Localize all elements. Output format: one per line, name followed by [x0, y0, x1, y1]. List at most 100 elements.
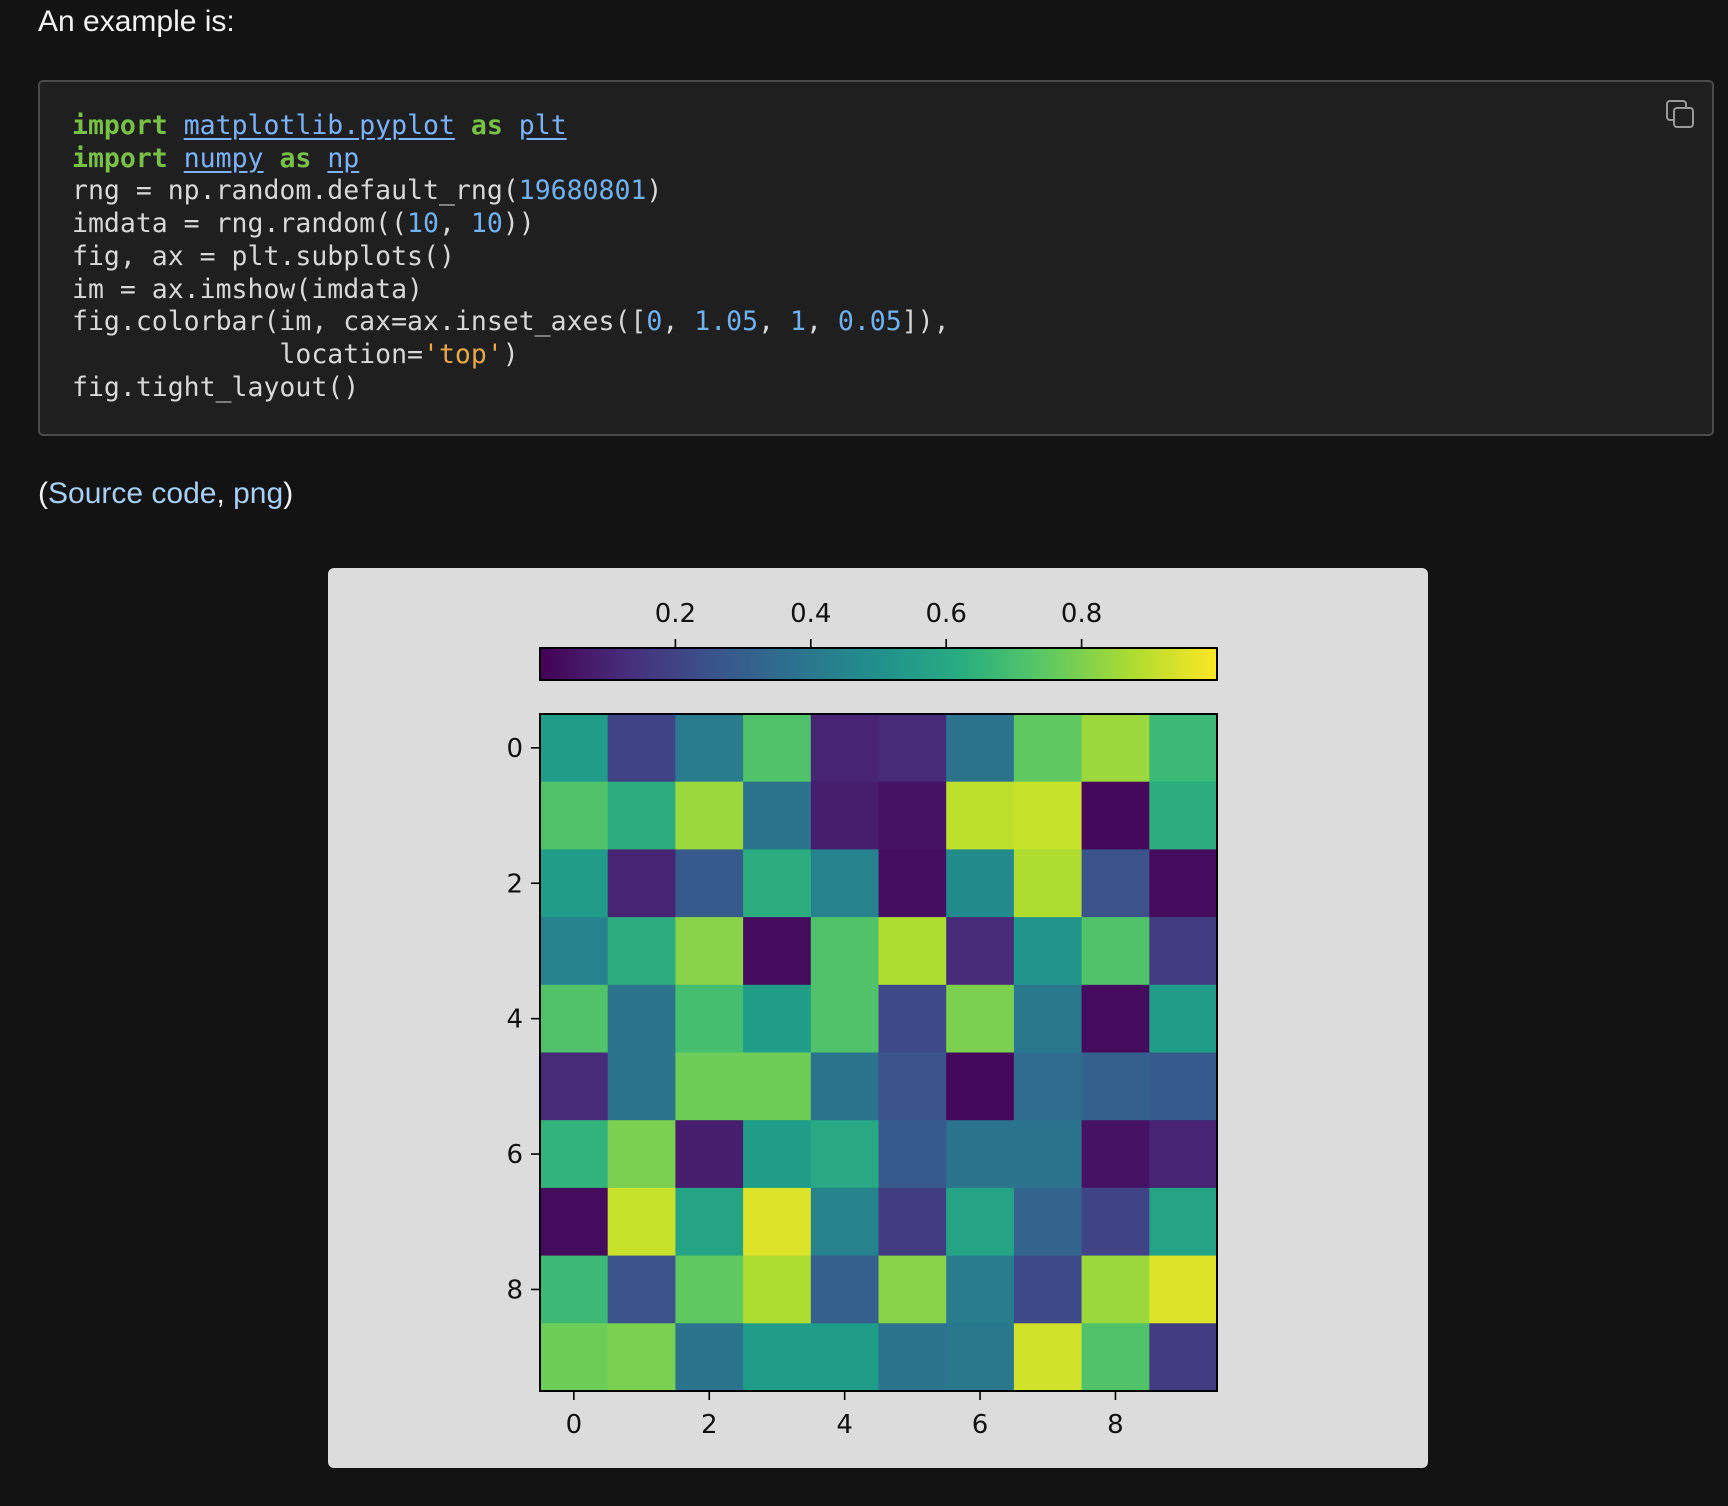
- x-tick-label: 2: [701, 1410, 718, 1440]
- copy-button[interactable]: [1664, 98, 1698, 132]
- heatmap-cell: [607, 984, 676, 1053]
- heatmap-cell: [743, 917, 812, 986]
- heatmap-cell: [946, 714, 1015, 783]
- y-tick-label: 6: [506, 1140, 523, 1170]
- heatmap-cell: [878, 1052, 947, 1121]
- heatmap-cell: [878, 1323, 947, 1392]
- code-token: im = ax.imshow(imdata): [72, 273, 423, 305]
- code-line: im = ax.imshow(imdata): [72, 274, 423, 305]
- heatmap-cell: [1149, 1323, 1218, 1392]
- code-token: 10: [407, 208, 439, 240]
- code-line: fig, ax = plt.subplots(): [72, 241, 455, 272]
- heatmap-cell: [743, 781, 812, 850]
- heatmap-cell: [946, 917, 1015, 986]
- heatmap-cell: [743, 984, 812, 1053]
- heatmap-cell: [946, 849, 1015, 918]
- code-content: import matplotlib.pyplot as plt import n…: [72, 110, 950, 404]
- code-line: rng = np.random.default_rng(19680801): [72, 175, 662, 206]
- code-token: 19680801: [518, 175, 647, 207]
- heatmap-cell: [1081, 917, 1150, 986]
- heatmap-cell: [1013, 1187, 1083, 1257]
- heatmap-cell: [946, 1187, 1015, 1257]
- code-token: 'top': [423, 338, 503, 370]
- heatmap-cell: [743, 1120, 812, 1189]
- heatmap-cell: [540, 714, 609, 783]
- heatmap-cell: [675, 849, 744, 918]
- heatmap-cell: [607, 1187, 676, 1257]
- code-token: imdata = rng.random((: [72, 208, 408, 240]
- heatmap-cell: [878, 714, 947, 783]
- code-block: import matplotlib.pyplot as plt import n…: [38, 80, 1714, 436]
- colorbar-tick-label: 0.2: [655, 599, 696, 629]
- heatmap-cell: [540, 1120, 609, 1189]
- code-module-link[interactable]: numpy: [184, 143, 264, 174]
- heatmap-cell: [540, 1323, 609, 1392]
- code-token: )): [502, 208, 535, 240]
- heatmap-cell: [1081, 1120, 1150, 1189]
- y-tick-label: 8: [506, 1275, 523, 1305]
- code-token: ,: [758, 306, 790, 338]
- code-module-link[interactable]: plt: [519, 110, 567, 141]
- code-token: fig.colorbar(im, cax=ax.inset_axes([: [72, 306, 647, 338]
- heatmap-cell: [946, 984, 1015, 1053]
- intro-text: An example is:: [38, 5, 235, 38]
- heatmap-cell: [1149, 781, 1218, 850]
- heatmap-cell: [946, 1323, 1015, 1392]
- heatmap-cell: [1149, 849, 1218, 918]
- colorbar-tick-label: 0.4: [790, 599, 831, 629]
- heatmap-cell: [1149, 1255, 1218, 1324]
- heatmap-cell: [743, 1187, 812, 1257]
- close-paren: ): [283, 477, 294, 510]
- code-token: ): [646, 175, 663, 207]
- png-link[interactable]: png: [233, 477, 283, 510]
- code-line: fig.colorbar(im, cax=ax.inset_axes([0, 1…: [72, 306, 950, 337]
- x-tick-label: 0: [566, 1410, 583, 1440]
- heatmap-cell: [743, 714, 812, 783]
- heatmap-cell: [540, 781, 609, 850]
- figure-image: 0 2 4 6 8 0 2 4 6 8 0.2 0.4 0.6 0.8: [328, 568, 1428, 1468]
- heatmap-cell: [878, 1255, 947, 1324]
- heatmap-cell: [675, 1323, 744, 1392]
- heatmap-cell: [675, 714, 744, 783]
- source-code-link[interactable]: Source code: [48, 477, 216, 510]
- code-token: ,: [662, 306, 695, 338]
- heatmap-cell: [743, 849, 812, 918]
- heatmap-cell: [540, 849, 609, 918]
- heatmap-cell: [810, 714, 879, 783]
- heatmap-cell: [810, 917, 879, 986]
- colorbar-tick-label: 0.8: [1061, 599, 1102, 629]
- heatmap-cell: [878, 917, 947, 986]
- heatmap-cell: [675, 984, 744, 1053]
- heatmap-cell: [607, 1052, 676, 1121]
- heatmap-cell: [1081, 1052, 1150, 1121]
- heatmap-cell: [946, 1255, 1015, 1324]
- link-separator: ,: [216, 477, 234, 510]
- heatmap-cell: [540, 984, 609, 1053]
- heatmap-cell: [675, 1255, 744, 1324]
- heatmap-cell: [675, 917, 744, 986]
- heatmap-cell: [1013, 1323, 1083, 1392]
- heatmap-cell: [607, 1323, 676, 1392]
- heatmap-cell: [1081, 781, 1150, 850]
- heatmap-cell: [1013, 781, 1083, 850]
- code-token: rng = np.random.default_rng(: [72, 175, 519, 207]
- code-module-link[interactable]: np: [327, 143, 359, 174]
- code-token: 0.05: [837, 306, 902, 338]
- y-tick-label: 4: [506, 1005, 523, 1035]
- heatmap-cell: [540, 1255, 609, 1324]
- x-tick-label: 6: [972, 1410, 989, 1440]
- copy-icon: [1666, 100, 1694, 128]
- code-token: 10: [470, 208, 503, 240]
- code-token: as: [279, 142, 312, 174]
- heatmap-cell: [1081, 984, 1150, 1053]
- heatmap-cell: [1013, 1255, 1083, 1324]
- code-token: ,: [805, 306, 838, 338]
- code-module-link[interactable]: matplotlib.pyplot: [184, 110, 455, 141]
- heatmap-cell: [878, 1187, 947, 1257]
- code-token: 1: [790, 306, 806, 338]
- heatmap-cell: [540, 1187, 609, 1257]
- heatmap-cell: [675, 1052, 744, 1121]
- heatmap-cell: [743, 1255, 812, 1324]
